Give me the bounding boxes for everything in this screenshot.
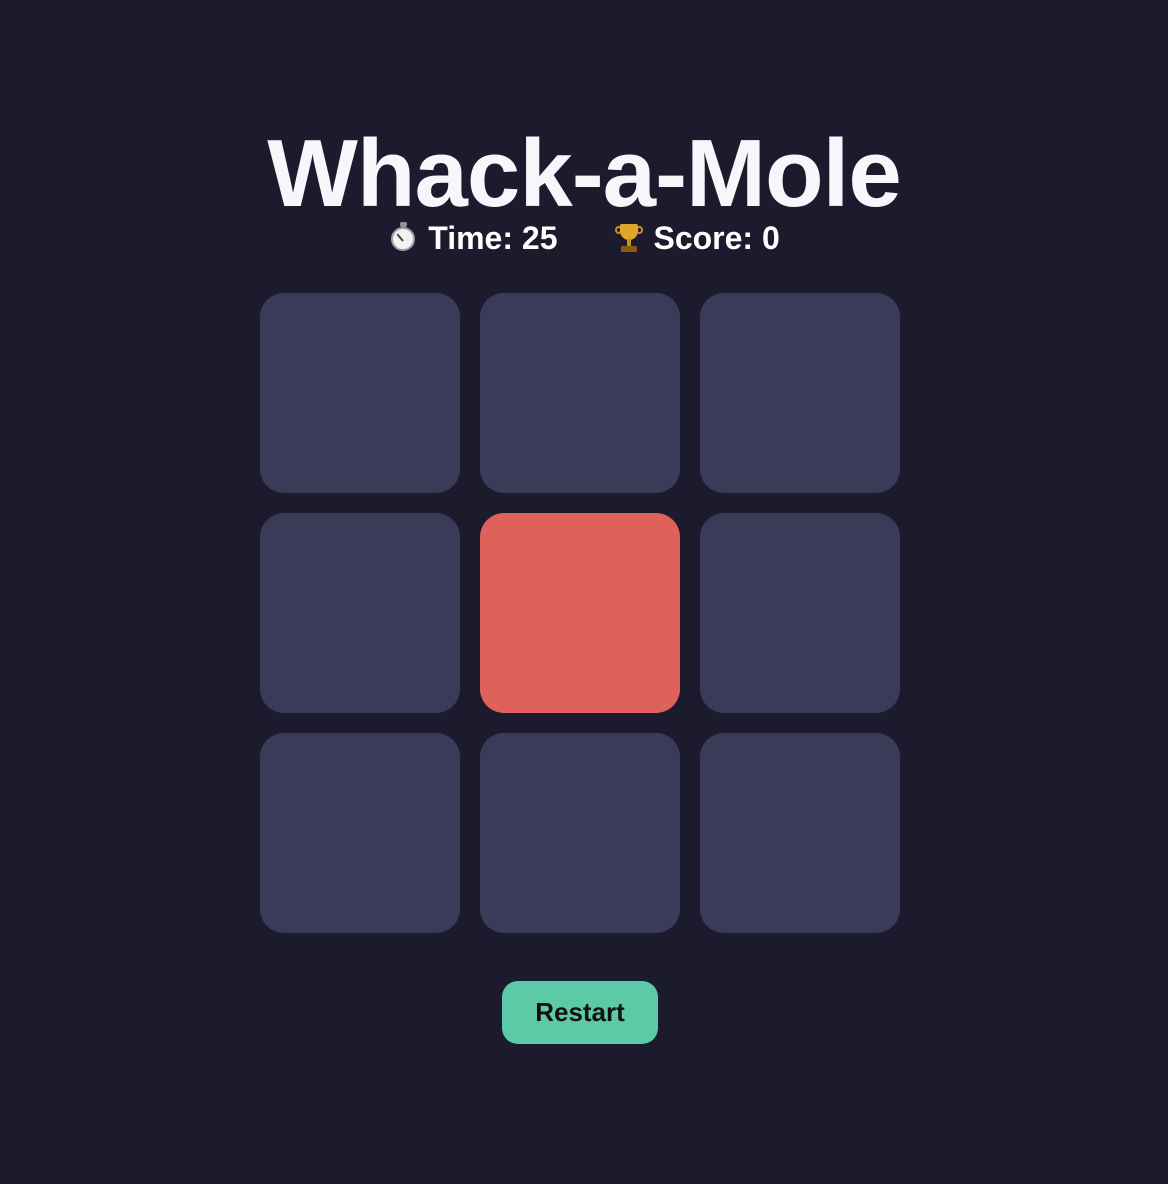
- score-text: Score: 0: [653, 219, 780, 256]
- hole-4[interactable]: [260, 513, 460, 713]
- trophy-icon: [613, 222, 645, 254]
- hole-1[interactable]: [260, 293, 460, 493]
- stats-bar: Time: 25 Score: 0: [0, 218, 1168, 258]
- time-display: Time: 25: [388, 220, 557, 257]
- mole-board: [260, 293, 900, 933]
- time-text: Time: 25: [428, 219, 558, 256]
- hole-6[interactable]: [700, 513, 900, 713]
- hole-9[interactable]: [700, 733, 900, 933]
- hole-2[interactable]: [480, 293, 680, 493]
- hole-8[interactable]: [480, 733, 680, 933]
- hole-7[interactable]: [260, 733, 460, 933]
- score-display: Score: 0: [613, 219, 780, 257]
- game-title: Whack-a-Mole: [267, 120, 901, 228]
- stopwatch-icon: [388, 222, 420, 254]
- hole-3[interactable]: [700, 293, 900, 493]
- restart-button[interactable]: Restart: [502, 981, 658, 1044]
- hole-5-mole[interactable]: [480, 513, 680, 713]
